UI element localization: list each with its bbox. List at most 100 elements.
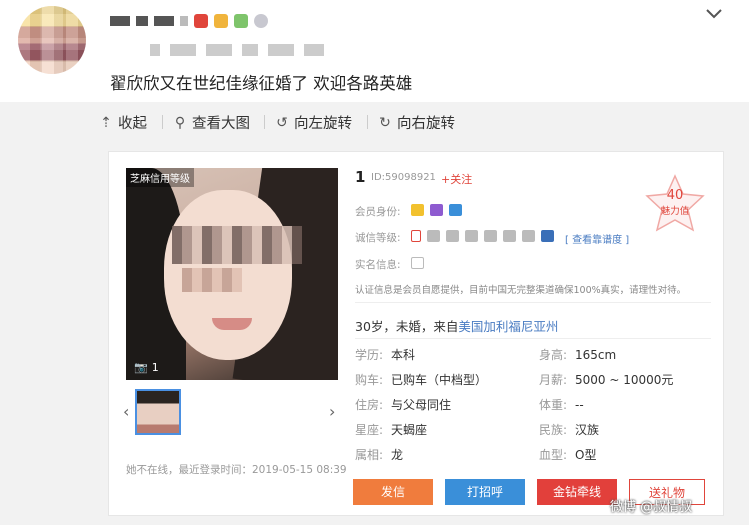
- mosaic-blur: [172, 226, 302, 264]
- field-value: --: [575, 398, 584, 412]
- crown-icon[interactable]: [430, 204, 443, 216]
- chat-icon[interactable]: [449, 204, 462, 216]
- arrow-up-icon: ⇡: [100, 114, 112, 131]
- field-weight: 体重: --: [539, 396, 584, 413]
- trust-score-link[interactable]: [ 查看靠谱度 ]: [565, 231, 629, 246]
- field-key: 学历:: [355, 348, 384, 362]
- mail-icon[interactable]: [427, 230, 440, 242]
- username-obscured: [110, 14, 268, 28]
- photo-lips: [212, 318, 252, 330]
- field-key: 体重:: [539, 398, 568, 412]
- id-card-icon[interactable]: [465, 230, 478, 242]
- obscured-name-block: [154, 16, 174, 26]
- field-animal-sign: 属相: 龙: [355, 446, 403, 463]
- profile-card: 芝麻信用等级 📷 1 ‹ › 她不在线，最近登录时间：2019-05-15 08…: [108, 151, 724, 516]
- field-key: 身高:: [539, 348, 568, 362]
- rotate-right-label: 向右旋转: [397, 116, 455, 132]
- chevron-down-icon[interactable]: [704, 6, 724, 22]
- obscured-meta-block: [304, 44, 324, 56]
- house-icon[interactable]: [484, 230, 497, 242]
- profile-id: ID:59098921: [371, 172, 436, 183]
- prev-photo-arrow[interactable]: ‹: [123, 402, 129, 421]
- help-icon[interactable]: [541, 230, 554, 242]
- view-large-button[interactable]: ⚲ 查看大图: [172, 112, 250, 133]
- rotate-right-button[interactable]: ↻ 向右旋转: [377, 112, 455, 133]
- rotate-right-icon: ↻: [379, 114, 391, 131]
- search-icon: ⚲: [174, 114, 186, 131]
- member-label: 会员身份:: [355, 206, 401, 218]
- summary-text: 30岁，未婚，来自: [355, 319, 459, 334]
- verify-icon[interactable]: [411, 257, 424, 269]
- real-info-label: 实名信息:: [355, 259, 401, 271]
- obscured-name-block: [110, 16, 130, 26]
- camera-icon: 📷: [134, 361, 148, 374]
- obscured-name-block: [136, 16, 148, 26]
- obscured-meta-block: [206, 44, 232, 56]
- follow-link[interactable]: +关注: [441, 171, 472, 187]
- photo-thumbnail[interactable]: [135, 389, 181, 435]
- fire-icon[interactable]: [522, 230, 535, 242]
- field-value: 龙: [391, 448, 404, 462]
- greet-button[interactable]: 打招呼: [445, 479, 525, 505]
- trust-label: 诚信等级:: [355, 232, 401, 244]
- rotate-left-button[interactable]: ↺ 向左旋转: [274, 112, 352, 133]
- view-large-label: 查看大图: [192, 116, 250, 132]
- toolbar-divider: [162, 115, 163, 129]
- image-toolbar: ⇡ 收起 ⚲ 查看大图 ↺ 向左旋转 ↻ 向右旋转: [0, 104, 749, 138]
- profile-photo[interactable]: 芝麻信用等级 📷 1: [126, 168, 338, 380]
- field-key: 属相:: [355, 448, 384, 462]
- obscured-meta-block: [150, 44, 160, 56]
- diamond-match-button[interactable]: 金钻牵线: [537, 479, 617, 505]
- send-message-button[interactable]: 发信: [353, 479, 433, 505]
- charm-value: 40: [666, 188, 684, 203]
- photo-count: 📷 1: [134, 361, 159, 374]
- trust-icons: [411, 230, 554, 242]
- real-info-icons: [411, 257, 424, 269]
- obscured-meta-block: [268, 44, 294, 56]
- disclaimer: 认证信息是会员自愿提供，目前中国无完整渠道确保100%真实，请理性对待。: [355, 285, 687, 296]
- collapse-button[interactable]: ⇡ 收起: [98, 112, 147, 133]
- field-height: 身高: 165cm: [539, 346, 616, 363]
- member-icons: [411, 204, 462, 216]
- obscured-meta-block: [170, 44, 196, 56]
- home-icon[interactable]: [446, 230, 459, 242]
- field-value: 已购车（中档型）: [391, 373, 488, 387]
- field-blood-type: 血型: O型: [539, 446, 596, 463]
- post-text: 翟欣欣又在世纪佳缘征婚了 欢迎各路英雄: [110, 74, 413, 93]
- credit-tag: 芝麻信用等级: [126, 168, 194, 187]
- toolbar-divider: [367, 115, 368, 129]
- field-key: 血型:: [539, 448, 568, 462]
- field-key: 民族:: [539, 423, 568, 437]
- field-education: 学历: 本科: [355, 346, 415, 363]
- badge-icon: [234, 14, 248, 28]
- field-housing: 住房: 与父母同住: [355, 396, 451, 413]
- avatar[interactable]: [18, 6, 86, 74]
- field-value: 汉族: [575, 423, 600, 437]
- location-link[interactable]: 美国加利福尼亚州: [458, 319, 558, 334]
- photo-count-value: 1: [151, 361, 159, 374]
- phone-icon[interactable]: [411, 230, 421, 242]
- rotate-left-icon: ↺: [276, 114, 288, 131]
- obscured-meta-block: [242, 44, 258, 56]
- field-value: 本科: [391, 348, 416, 362]
- badge-icon: [194, 14, 208, 28]
- mosaic-blur: [182, 268, 242, 292]
- last-login: 她不在线，最近登录时间：2019-05-15 08:39: [126, 464, 347, 476]
- field-salary: 月薪: 5000 ~ 10000元: [539, 371, 673, 388]
- car-icon[interactable]: [503, 230, 516, 242]
- charm-badge: 40 魅力值: [643, 174, 707, 234]
- rotate-left-label: 向左旋转: [294, 116, 352, 132]
- field-value: 与父母同住: [391, 398, 452, 412]
- vip-icon[interactable]: [411, 204, 424, 216]
- field-car: 购车: 已购车（中档型）: [355, 371, 487, 388]
- toolbar-divider: [264, 115, 265, 129]
- profile-summary: 30岁，未婚，来自美国加利福尼亚州: [355, 316, 558, 335]
- field-value: O型: [575, 448, 597, 462]
- field-value: 165cm: [575, 348, 617, 362]
- next-photo-arrow[interactable]: ›: [329, 402, 335, 421]
- field-key: 住房:: [355, 398, 384, 412]
- field-value: 5000 ~ 10000元: [575, 373, 674, 387]
- crown-icon: [214, 14, 228, 28]
- post-header: 翟欣欣又在世纪佳缘征婚了 欢迎各路英雄: [0, 0, 749, 102]
- field-ethnicity: 民族: 汉族: [539, 421, 599, 438]
